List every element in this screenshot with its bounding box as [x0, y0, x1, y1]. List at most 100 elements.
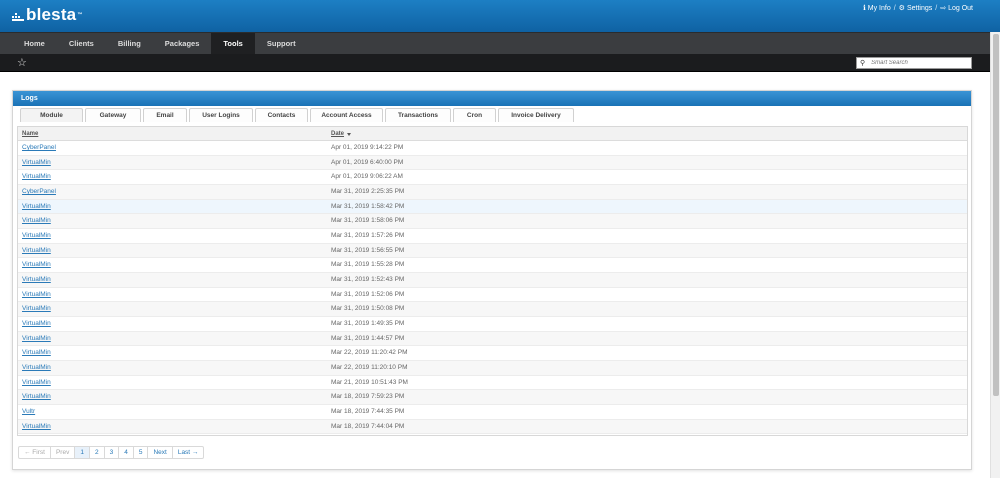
- tab-account-access[interactable]: Account Access: [310, 108, 383, 122]
- account-links: ℹ My Info / ⚙ Settings / ⇨ Log Out: [863, 4, 973, 13]
- info-icon: ℹ: [863, 5, 866, 12]
- table-row: VirtualMin Mar 31, 2019 1:52:06 PM: [18, 288, 967, 303]
- table-row: Vultr Mar 18, 2019 7:44:35 PM: [18, 405, 967, 420]
- sub-toolbar: ☆ ⚲: [0, 54, 1000, 72]
- my-info-link[interactable]: ℹ My Info: [863, 4, 891, 13]
- table-row: VirtualMin Mar 31, 2019 1:50:08 PM: [18, 302, 967, 318]
- module-name-link[interactable]: VirtualMin: [22, 229, 51, 243]
- nav-item-billing[interactable]: Billing: [106, 33, 153, 54]
- page-5[interactable]: 5: [133, 446, 149, 459]
- star-icon[interactable]: ☆: [17, 57, 27, 69]
- nav-item-home[interactable]: Home: [12, 33, 57, 54]
- page-scrollbar[interactable]: [990, 32, 1000, 478]
- module-name-link[interactable]: VirtualMin: [22, 390, 51, 404]
- logs-panel: Logs Module Gateway Email User Logins Co…: [12, 90, 972, 470]
- module-name-link[interactable]: VirtualMin: [22, 258, 51, 272]
- scrollbar-thumb[interactable]: [993, 34, 999, 396]
- module-name-link[interactable]: Vultr: [22, 405, 35, 419]
- log-date: Apr 01, 2019 9:14:22 PM: [331, 144, 404, 151]
- module-name-link[interactable]: VirtualMin: [22, 288, 51, 302]
- logout-icon: ⇨: [940, 5, 947, 12]
- my-info-label: My Info: [867, 4, 891, 12]
- module-name-link[interactable]: VirtualMin: [22, 420, 51, 434]
- page-2[interactable]: 2: [89, 446, 105, 459]
- table-row: VirtualMin Mar 31, 2019 1:49:35 PM: [18, 317, 967, 332]
- log-date: Mar 21, 2019 10:51:43 PM: [331, 378, 408, 386]
- gear-icon: ⚙: [898, 5, 905, 12]
- column-header-date[interactable]: Date: [331, 127, 352, 141]
- page-prev[interactable]: Prev: [50, 446, 76, 459]
- table-row: VirtualMin Mar 22, 2019 11:20:42 PM: [18, 346, 967, 362]
- log-out-label: Log Out: [948, 4, 973, 12]
- smart-search-input[interactable]: [871, 60, 968, 66]
- blesta-logo[interactable]: blesta ™: [12, 5, 83, 25]
- log-date: Mar 22, 2019 11:20:42 PM: [331, 349, 408, 357]
- module-name-link[interactable]: VirtualMin: [22, 273, 51, 287]
- table-row: VirtualMin Mar 31, 2019 1:57:26 PM: [18, 229, 967, 244]
- table-header: Name Date: [18, 127, 967, 141]
- settings-link[interactable]: ⚙ Settings: [898, 4, 933, 13]
- nav-item-clients[interactable]: Clients: [57, 33, 106, 54]
- column-header-name[interactable]: Name: [22, 127, 38, 141]
- module-name-link[interactable]: VirtualMin: [22, 214, 51, 228]
- module-name-link[interactable]: CyberPanel: [22, 185, 56, 199]
- pagination: ← First Prev 1 2 3 4 5 Next Last →: [18, 446, 205, 459]
- module-name-link[interactable]: VirtualMin: [22, 170, 51, 184]
- page-4[interactable]: 4: [119, 446, 134, 459]
- log-out-link[interactable]: ⇨ Log Out: [940, 4, 973, 13]
- log-date: Mar 18, 2019 7:59:23 PM: [331, 393, 405, 401]
- logo-trademark: ™: [77, 12, 83, 18]
- log-date: Mar 31, 2019 1:55:28 PM: [331, 261, 405, 269]
- tab-module[interactable]: Module: [20, 108, 83, 122]
- search-icon[interactable]: ⚲: [860, 59, 865, 67]
- log-date: Mar 31, 2019 1:57:26 PM: [331, 232, 405, 240]
- tab-invoice-delivery[interactable]: Invoice Delivery: [498, 108, 574, 122]
- smart-search: ⚲: [856, 57, 972, 69]
- log-date: Mar 18, 2019 7:44:35 PM: [331, 408, 405, 416]
- tab-user-logins[interactable]: User Logins: [189, 108, 253, 122]
- top-header: blesta ™ ℹ My Info / ⚙ Settings / ⇨ Log Out: [0, 0, 1000, 32]
- link-separator: /: [893, 4, 896, 12]
- blesta-logo-mark-icon: [12, 11, 24, 21]
- nav-item-support[interactable]: Support: [255, 33, 308, 54]
- nav-item-packages[interactable]: Packages: [153, 33, 212, 54]
- table-row: VirtualMin Mar 21, 2019 10:51:43 PM: [18, 376, 967, 391]
- table-row: VirtualMin Mar 31, 2019 1:58:42 PM: [18, 199, 967, 215]
- log-date: Mar 31, 2019 1:58:42 PM: [331, 202, 405, 210]
- log-date: Mar 22, 2019 11:20:10 PM: [331, 364, 408, 372]
- settings-label: Settings: [906, 4, 933, 12]
- log-date: Mar 31, 2019 2:25:35 PM: [331, 188, 405, 196]
- main-nav: Home Clients Billing Packages Tools Supp…: [0, 32, 1000, 54]
- module-name-link[interactable]: CyberPanel: [22, 141, 56, 155]
- module-name-link[interactable]: VirtualMin: [22, 302, 51, 316]
- table-row: VirtualMin Mar 31, 2019 1:56:55 PM: [18, 243, 967, 259]
- table-row: VirtualMin Mar 31, 2019 1:44:57 PM: [18, 331, 967, 347]
- module-name-link[interactable]: VirtualMin: [22, 244, 51, 258]
- page-1[interactable]: 1: [75, 446, 90, 459]
- table-row: VirtualMin Mar 22, 2019 11:20:10 PM: [18, 361, 967, 376]
- tab-email[interactable]: Email: [143, 108, 187, 122]
- page-last[interactable]: Last →: [172, 446, 205, 459]
- module-name-link[interactable]: VirtualMin: [22, 361, 51, 375]
- page-next[interactable]: Next: [148, 446, 173, 459]
- module-name-link[interactable]: VirtualMin: [22, 156, 51, 170]
- page-3[interactable]: 3: [104, 446, 120, 459]
- tab-transactions[interactable]: Transactions: [385, 108, 451, 122]
- table-row: VirtualMin Mar 18, 2019 7:59:23 PM: [18, 390, 967, 406]
- log-date: Mar 31, 2019 1:50:08 PM: [331, 305, 405, 313]
- link-separator: /: [935, 4, 938, 12]
- module-name-link[interactable]: VirtualMin: [22, 346, 51, 360]
- nav-item-tools[interactable]: Tools: [211, 33, 255, 54]
- logo-text: blesta: [26, 5, 77, 24]
- log-date: Mar 31, 2019 1:52:43 PM: [331, 276, 405, 284]
- module-name-link[interactable]: VirtualMin: [22, 332, 51, 346]
- module-name-link[interactable]: VirtualMin: [22, 376, 51, 390]
- table-row: VirtualMin Apr 01, 2019 6:40:00 PM: [18, 155, 967, 171]
- tab-contacts[interactable]: Contacts: [255, 108, 308, 122]
- module-name-link[interactable]: VirtualMin: [22, 200, 51, 214]
- page-first[interactable]: ← First: [18, 446, 51, 459]
- tab-cron[interactable]: Cron: [453, 108, 496, 122]
- tab-gateway[interactable]: Gateway: [85, 108, 141, 122]
- module-name-link[interactable]: VirtualMin: [22, 317, 51, 331]
- sort-down-icon: [347, 133, 352, 136]
